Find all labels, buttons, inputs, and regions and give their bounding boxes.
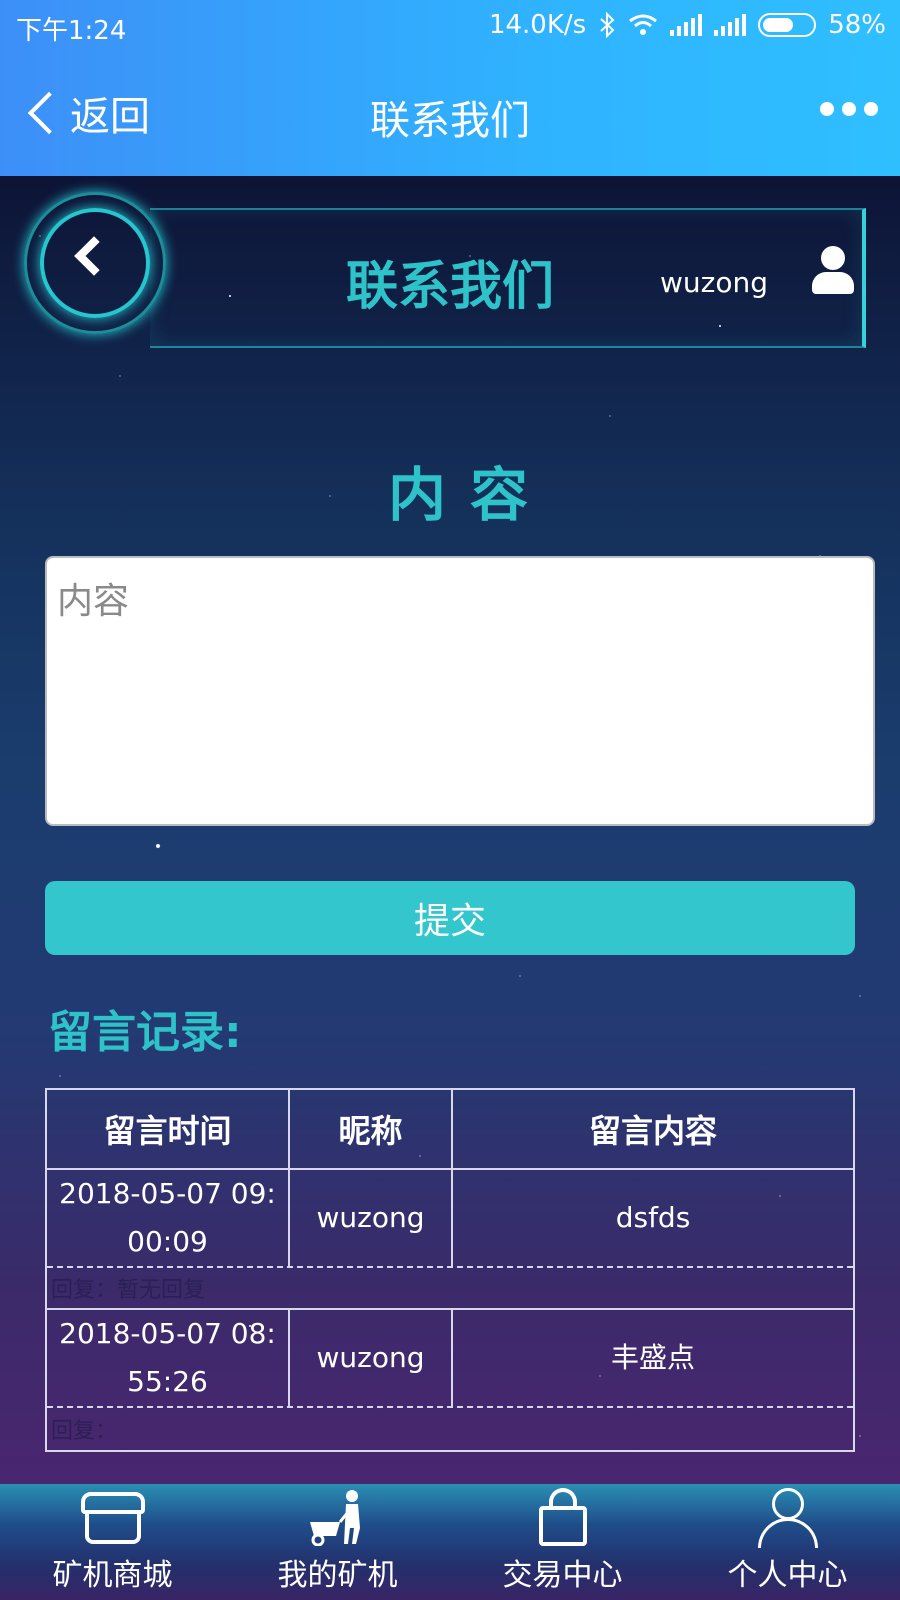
person-shoulders bbox=[757, 1518, 818, 1548]
records-title: 留言记录: bbox=[48, 1007, 242, 1058]
cell-time: 2018-05-07 08:55:26 bbox=[47, 1310, 290, 1406]
more-menu-button[interactable] bbox=[820, 102, 878, 116]
tab-my-miners[interactable]: 我的矿机 bbox=[225, 1484, 450, 1600]
tab-miner-mall[interactable]: 矿机商城 bbox=[0, 1484, 225, 1600]
content-textarea[interactable] bbox=[45, 556, 875, 826]
column-header-nickname: 昵称 bbox=[290, 1090, 453, 1168]
tab-personal-center[interactable]: 个人中心 bbox=[675, 1484, 900, 1600]
cell-content: 丰盛点 bbox=[610, 1341, 695, 1374]
more-dot bbox=[864, 102, 878, 116]
reply-row: 回复： bbox=[51, 1419, 118, 1444]
nav-row: 返回 联系我们 bbox=[0, 60, 900, 170]
more-dots-icon bbox=[820, 102, 834, 116]
user-head bbox=[821, 246, 845, 270]
wifi-icon bbox=[629, 14, 658, 35]
status-time: 下午1:24 bbox=[16, 16, 127, 46]
user-body bbox=[812, 272, 854, 294]
column-header-time: 留言时间 bbox=[47, 1090, 290, 1168]
shop-icon bbox=[80, 1488, 145, 1546]
battery-icon bbox=[758, 13, 817, 37]
cell-time: 2018-05-07 09:00:09 bbox=[47, 1170, 290, 1266]
content-section-title: 内容 bbox=[387, 461, 552, 529]
cell-nickname: wuzong bbox=[290, 1170, 453, 1266]
bluetooth-icon bbox=[600, 12, 615, 38]
person-icon bbox=[756, 1488, 820, 1548]
shopping-bag-icon bbox=[531, 1488, 595, 1546]
miner-cart-icon bbox=[309, 1490, 360, 1546]
tab-label: 个人中心 bbox=[727, 1558, 848, 1593]
shop-base bbox=[84, 1514, 141, 1544]
app-bar: 下午1:24 14.0K/s 58% 返回 联系我们 bbox=[0, 0, 900, 176]
table-header: 留言时间 昵称 留言内容 bbox=[47, 1090, 853, 1170]
username: wuzong bbox=[660, 266, 768, 299]
reply-row: 回复：暂无回复 bbox=[47, 1268, 853, 1310]
user-icon[interactable] bbox=[812, 246, 854, 294]
status-bar: 下午1:24 14.0K/s 58% bbox=[0, 0, 900, 52]
bag-body bbox=[538, 1506, 587, 1546]
cell-nickname: wuzong bbox=[290, 1310, 453, 1406]
signal-icon bbox=[670, 14, 703, 36]
table-row: 2018-05-07 09:00:09 wuzong dsfds bbox=[47, 1170, 853, 1268]
bottom-tab-bar: 矿机商城 我的矿机 交易中心 个人中心 bbox=[0, 1484, 900, 1600]
more-dot bbox=[842, 102, 856, 116]
page-title: 联系我们 bbox=[370, 98, 530, 144]
tab-label: 矿机商城 bbox=[52, 1558, 173, 1593]
tab-label: 我的矿机 bbox=[277, 1558, 398, 1593]
submit-button[interactable]: 提交 bbox=[45, 881, 855, 955]
tab-trading-center[interactable]: 交易中心 bbox=[450, 1484, 675, 1600]
shop-roof bbox=[80, 1492, 145, 1514]
battery-percent: 58% bbox=[828, 10, 886, 40]
cell-content: dsfds bbox=[615, 1201, 691, 1234]
signal-icon-2 bbox=[714, 14, 747, 36]
network-speed: 14.0K/s bbox=[488, 10, 587, 40]
column-header-content: 留言内容 bbox=[588, 1112, 717, 1150]
status-icons: 14.0K/s 58% bbox=[489, 10, 886, 40]
records-table: 留言时间 昵称 留言内容 2018-05-07 09:00:09 wuzong … bbox=[45, 1088, 855, 1452]
person-head bbox=[771, 1488, 804, 1520]
tab-label: 交易中心 bbox=[502, 1558, 623, 1593]
table-row: 2018-05-07 08:55:26 wuzong 丰盛点 bbox=[47, 1310, 853, 1408]
